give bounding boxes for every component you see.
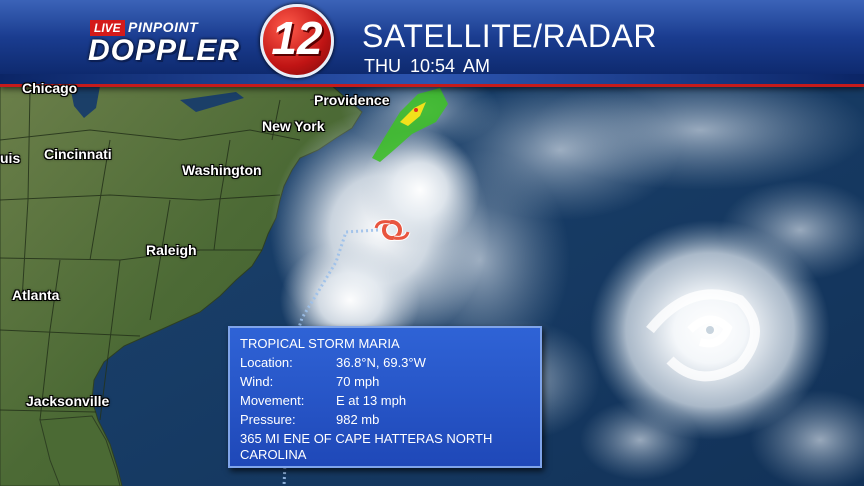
wind-value: 70 mph — [336, 374, 380, 389]
page-title: SATELLITE/RADAR — [362, 18, 657, 54]
location-value: 36.8°N, 69.3°W — [336, 355, 426, 370]
weather-map-screen: LIVE PINPOINT DOPPLER 12 SATELLITE/RADAR… — [0, 0, 864, 486]
station-header: LIVE PINPOINT DOPPLER 12 SATELLITE/RADAR… — [0, 0, 864, 87]
station-logo: LIVE PINPOINT DOPPLER 12 — [84, 4, 346, 78]
hurricane-east-clouds — [590, 220, 830, 440]
city-label-raleigh: Raleigh — [146, 242, 197, 258]
storm-distance-line2: CAROLINA — [240, 447, 307, 462]
storm-wind-row: Wind: 70 mph — [240, 374, 379, 389]
logo-pinpoint-text: PINPOINT — [128, 19, 199, 35]
city-label-washington: Washington — [182, 162, 262, 178]
city-label-providence: Providence — [314, 92, 390, 108]
pressure-label: Pressure: — [240, 412, 296, 427]
city-label-partial: uis — [0, 150, 21, 166]
city-label-cincinnati: Cincinnati — [44, 146, 112, 162]
storm-name: TROPICAL STORM MARIA — [240, 336, 400, 351]
logo-doppler-text: DOPPLER — [88, 34, 241, 67]
storm-location-row: Location: 36.8°N, 69.3°W — [240, 355, 426, 370]
logo-channel-number: 12 — [271, 12, 323, 64]
storm-pressure-row: Pressure: 982 mb — [240, 412, 379, 427]
logo-channel-circle: 12 — [260, 4, 334, 78]
city-label-atlanta: Atlanta — [12, 287, 60, 303]
pressure-value: 982 mb — [336, 412, 380, 427]
movement-value: E at 13 mph — [336, 393, 407, 408]
storm-info-box: TROPICAL STORM MARIA Location: 36.8°N, 69… — [228, 326, 542, 468]
wind-label: Wind: — [240, 374, 274, 389]
storm-distance-line1: 365 MI ENE OF CAPE HATTERAS NORTH — [240, 431, 493, 446]
location-label: Location: — [240, 355, 293, 370]
city-label-jacksonville: Jacksonville — [26, 393, 110, 409]
storm-movement-row: Movement: E at 13 mph — [240, 393, 406, 408]
city-label-new-york: New York — [262, 118, 325, 134]
movement-label: Movement: — [240, 393, 305, 408]
city-label-chicago: Chicago — [22, 80, 78, 96]
timestamp: THU 10:54 AM — [364, 56, 491, 76]
